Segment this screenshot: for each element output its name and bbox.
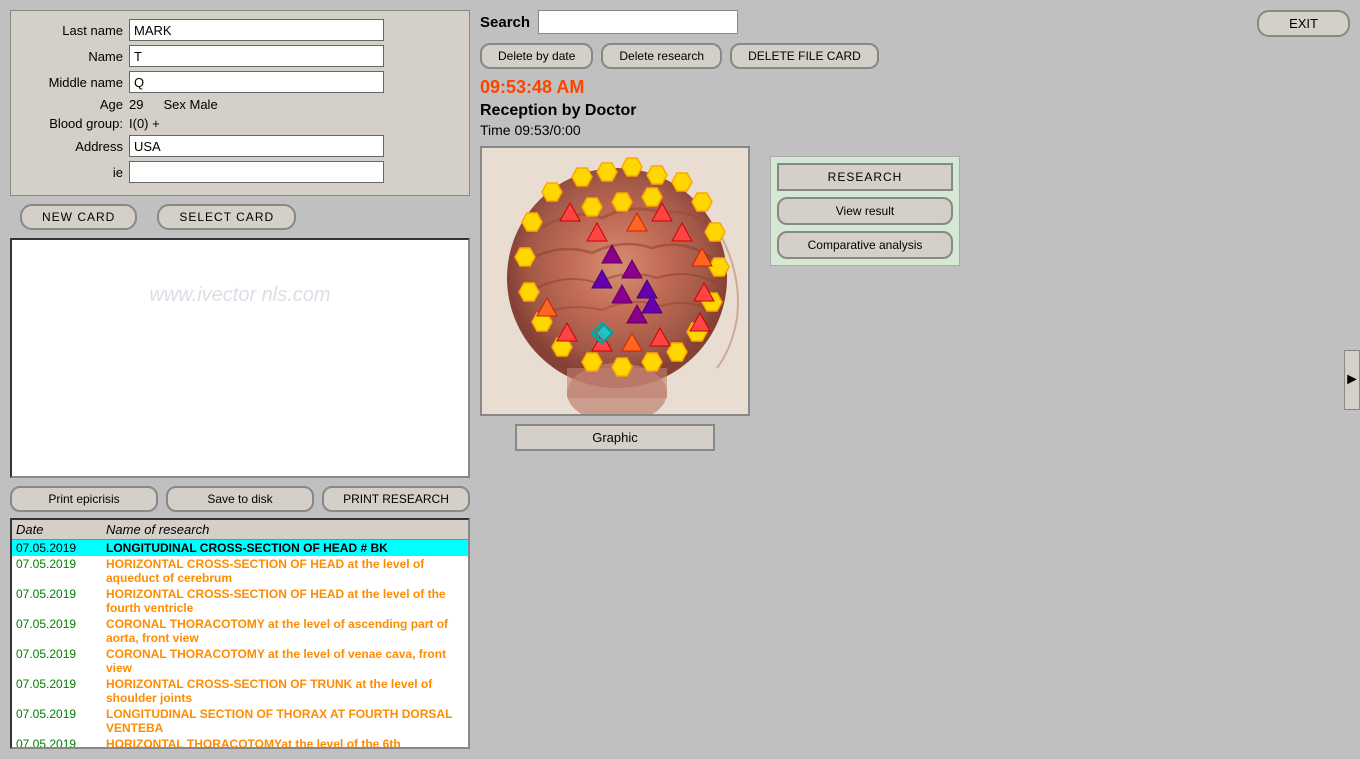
table-row[interactable]: 07.05.2019CORONAL THORACOTOMY at the lev… — [12, 616, 468, 646]
name-label: Name — [23, 49, 123, 64]
middle-name-label: Middle name — [23, 75, 123, 90]
row-name: LONGITUDINAL SECTION OF THORAX AT FOURTH… — [106, 707, 464, 735]
row-date: 07.05.2019 — [16, 541, 106, 555]
row-name: LONGITUDINAL CROSS-SECTION OF HEAD # BK — [106, 541, 464, 555]
row-date: 07.05.2019 — [16, 707, 106, 735]
table-row[interactable]: 07.05.2019HORIZONTAL THORACOTOMYat the l… — [12, 736, 468, 748]
row-date: 07.05.2019 — [16, 587, 106, 615]
sex-value: Male — [190, 97, 218, 112]
research-button[interactable]: RESEARCH — [777, 163, 953, 191]
row-date: 07.05.2019 — [16, 557, 106, 585]
last-name-input[interactable] — [129, 19, 384, 41]
select-card-button[interactable]: SELECT CARD — [157, 204, 296, 230]
comparative-analysis-button[interactable]: Comparative analysis — [777, 231, 953, 259]
table-row[interactable]: 07.05.2019LONGITUDINAL CROSS-SECTION OF … — [12, 540, 468, 556]
notes-area: www.ivector nls.com — [10, 238, 470, 478]
watermark: www.ivector nls.com — [16, 284, 464, 307]
row-name: CORONAL THORACOTOMY at the level of vena… — [106, 647, 464, 675]
delete-by-date-button[interactable]: Delete by date — [480, 43, 593, 69]
row-date: 07.05.2019 — [16, 617, 106, 645]
row-date: 07.05.2019 — [16, 647, 106, 675]
exit-button[interactable]: EXIT — [1257, 10, 1350, 37]
view-result-button[interactable]: View result — [777, 197, 953, 225]
delete-file-card-button[interactable]: DELETE FILE CARD — [730, 43, 879, 69]
brain-svg — [482, 148, 750, 416]
table-header-date: Date — [16, 522, 106, 537]
ie-label: ie — [23, 165, 123, 180]
address-input[interactable] — [129, 135, 384, 157]
row-name: HORIZONTAL THORACOTOMYat the level of th… — [106, 737, 464, 748]
row-name: HORIZONTAL CROSS-SECTION OF HEAD at the … — [106, 557, 464, 585]
row-name: HORIZONTAL CROSS-SECTION OF TRUNK at the… — [106, 677, 464, 705]
row-name: CORONAL THORACOTOMY at the level of asce… — [106, 617, 464, 645]
age-label: Age — [23, 97, 123, 112]
reception-text: Reception by Doctor — [480, 102, 1350, 120]
time-display: 09:53:48 AM — [480, 77, 1350, 98]
middle-name-input[interactable] — [129, 71, 384, 93]
brain-image — [480, 146, 750, 416]
time-text: Time 09:53/0:00 — [480, 122, 1350, 138]
ie-input[interactable] — [129, 161, 384, 183]
table-row[interactable]: 07.05.2019LONGITUDINAL SECTION OF THORAX… — [12, 706, 468, 736]
new-card-button[interactable]: NEW CARD — [20, 204, 137, 230]
search-label: Search — [480, 14, 530, 31]
research-table: Date Name of research 07.05.2019LONGITUD… — [10, 518, 470, 750]
print-research-button[interactable]: PRINT RESEARCH — [322, 486, 470, 512]
table-header-name: Name of research — [106, 522, 464, 537]
print-epicrisis-button[interactable]: Print epicrisis — [10, 486, 158, 512]
table-body[interactable]: 07.05.2019LONGITUDINAL CROSS-SECTION OF … — [12, 540, 468, 748]
last-name-label: Last name — [23, 23, 123, 38]
delete-research-button[interactable]: Delete research — [601, 43, 722, 69]
sex-label: Sex — [163, 97, 185, 112]
table-row[interactable]: 07.05.2019HORIZONTAL CROSS-SECTION OF TR… — [12, 676, 468, 706]
blood-group-value: I(0) + — [129, 116, 160, 131]
search-input[interactable] — [538, 10, 738, 34]
right-action-area: RESEARCH View result Comparative analysi… — [770, 156, 960, 266]
row-name: HORIZONTAL CROSS-SECTION OF HEAD at the … — [106, 587, 464, 615]
side-tab[interactable]: ► — [1344, 350, 1360, 410]
address-label: Address — [23, 139, 123, 154]
blood-group-label: Blood group: — [23, 116, 123, 131]
table-row[interactable]: 07.05.2019CORONAL THORACOTOMY at the lev… — [12, 646, 468, 676]
table-row[interactable]: 07.05.2019HORIZONTAL CROSS-SECTION OF HE… — [12, 556, 468, 586]
save-to-disk-button[interactable]: Save to disk — [166, 486, 314, 512]
table-row[interactable]: 07.05.2019HORIZONTAL CROSS-SECTION OF HE… — [12, 586, 468, 616]
graphic-button[interactable]: Graphic — [515, 424, 715, 451]
age-value: 29 — [129, 97, 143, 112]
row-date: 07.05.2019 — [16, 737, 106, 748]
row-date: 07.05.2019 — [16, 677, 106, 705]
name-input[interactable] — [129, 45, 384, 67]
